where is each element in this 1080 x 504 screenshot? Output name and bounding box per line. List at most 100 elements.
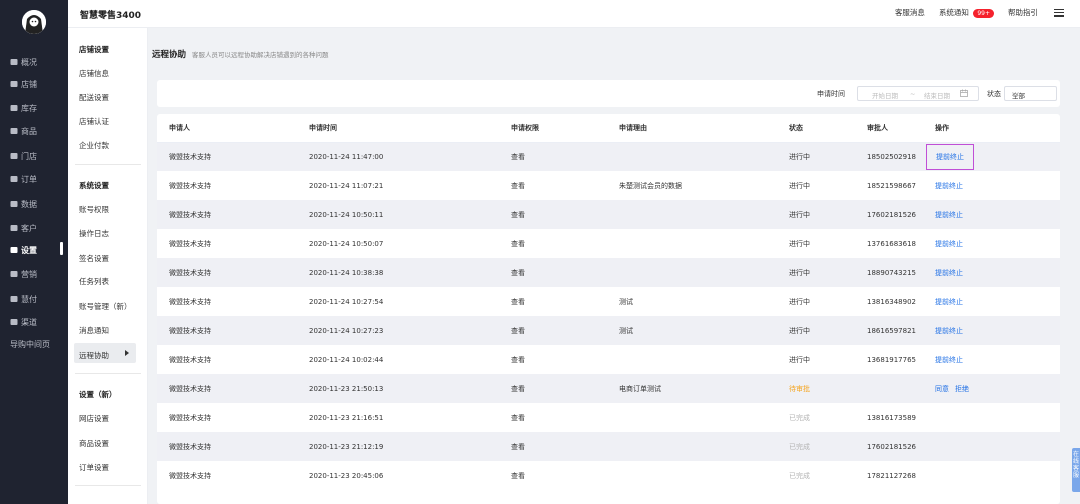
cell-approver: 18890743215 [855, 258, 923, 287]
cell-reason [607, 200, 777, 229]
inventory-icon [10, 104, 18, 112]
cell-applicant: 微盟技术支持 [157, 229, 297, 258]
system-notice-link[interactable]: 系统通知 99+ [939, 7, 994, 18]
table-row: 微盟技术支持 2020-11-24 11:47:00 查看 进行中 1850250291… [157, 142, 1060, 171]
cell-time: 2020-11-24 11:07:21 [297, 171, 499, 200]
table-row: 微盟技术支持 2020-11-24 10:27:23 查看 测试 进行中 18616597… [157, 316, 1060, 345]
avatar[interactable] [22, 10, 46, 34]
nav-item[interactable]: 渠道 [10, 315, 66, 329]
cell-status: 进行中 [777, 258, 855, 287]
nav-item-label: 数据 [21, 199, 37, 209]
nav-item-label: 营销 [21, 269, 37, 279]
subnav-item[interactable]: 商品设置 [79, 438, 109, 449]
cell-reason: 朱楚测试会员的数据 [607, 171, 777, 200]
requests-table: 申请人 申请时间 申请权限 申请理由 状态 审批人 操作 微盟技术支持 2020-11-24 … [157, 114, 1060, 504]
nav-item[interactable]: 设置 [10, 243, 66, 257]
data-icon [10, 200, 18, 208]
terminate-early-link[interactable]: 提前终止 [935, 182, 963, 190]
online-service-button[interactable]: 在线客服 [1072, 448, 1080, 492]
hamburger-menu-icon[interactable] [1054, 8, 1064, 17]
cell-actions: 提前终止 [923, 316, 1060, 345]
customer-msg-link[interactable]: 客服消息 [895, 7, 925, 18]
cell-approver: 13816348902 [855, 287, 923, 316]
nav-item[interactable]: 订单 [10, 172, 66, 186]
customer-icon [10, 224, 18, 232]
cell-reason: 测试 [607, 287, 777, 316]
order-icon [10, 175, 18, 183]
cell-status: 进行中 [777, 229, 855, 258]
store-icon [10, 80, 18, 88]
subnav-item[interactable]: 网店设置 [79, 413, 109, 424]
range-separator: ~ [910, 90, 916, 98]
cell-actions: 同意 拒绝 [923, 374, 1060, 403]
cell-perm: 查看 [499, 258, 607, 287]
nav-item-label: 商品 [21, 126, 37, 136]
nav-item-label: 概况 [21, 57, 37, 67]
subnav-group-heading: 店铺设置 [79, 45, 109, 54]
terminate-early-link[interactable]: 提前终止 [935, 356, 963, 364]
subnav-item[interactable]: 账号管理（新） [79, 301, 132, 312]
start-date-input[interactable]: 开始日期 [872, 90, 898, 100]
terminate-early-link[interactable]: 提前终止 [935, 211, 963, 219]
terminate-early-link[interactable]: 提前终止 [935, 298, 963, 306]
subnav-group-heading: 设置（新） [79, 390, 117, 399]
nav-item-label: 设置 [21, 245, 37, 255]
nav-item[interactable]: 店铺 [10, 77, 66, 91]
approve-link[interactable]: 同意 [935, 385, 949, 393]
reject-link[interactable]: 拒绝 [955, 385, 969, 393]
cell-status: 已完成 [777, 432, 855, 461]
cell-applicant: 微盟技术支持 [157, 374, 297, 403]
cell-actions: 提前终止 [923, 142, 1060, 171]
subnav-item[interactable]: 账号权限 [79, 204, 109, 215]
status-select[interactable]: 全部 [1004, 86, 1057, 101]
table-row: 微盟技术支持 2020-11-23 21:16:51 查看 已完成 1381617358… [157, 403, 1060, 432]
subnav-item[interactable]: 订单设置 [79, 462, 109, 473]
subnav-item[interactable]: 消息通知 [79, 325, 109, 336]
subnav-item[interactable]: 配送设置 [79, 92, 109, 103]
nav-item-guide-page[interactable]: 导购中间页 [10, 339, 66, 350]
subnav-item[interactable]: 操作日志 [79, 228, 109, 239]
table-row: 微盟技术支持 2020-11-24 10:50:07 查看 进行中 1376168361… [157, 229, 1060, 258]
table-row: 微盟技术支持 2020-11-23 21:50:13 查看 电商订单测试 待审批 同意 拒绝 [157, 374, 1060, 403]
cell-applicant: 微盟技术支持 [157, 287, 297, 316]
nav-item-label: 渠道 [21, 317, 37, 327]
subnav-group-heading: 系统设置 [79, 181, 109, 190]
nav-item[interactable]: 慧付 [10, 292, 66, 306]
subnav-item[interactable]: 店铺信息 [79, 68, 109, 79]
cell-time: 2020-11-23 20:45:06 [297, 461, 499, 490]
subnav-divider [75, 485, 141, 486]
nav-item[interactable]: 客户 [10, 221, 66, 235]
table-row: 微盟技术支持 2020-11-24 11:07:21 查看 朱楚测试会员的数据 进行中 1… [157, 171, 1060, 200]
cell-perm: 查看 [499, 461, 607, 490]
cell-time: 2020-11-24 10:50:07 [297, 229, 499, 258]
cell-approver: 17821127268 [855, 461, 923, 490]
cell-status: 进行中 [777, 316, 855, 345]
terminate-early-link[interactable]: 提前终止 [935, 327, 963, 335]
nav-item[interactable]: 商品 [10, 124, 66, 138]
subnav-item[interactable]: 店铺认证 [79, 116, 109, 127]
cell-actions: 提前终止 [923, 171, 1060, 200]
terminate-early-link[interactable]: 提前终止 [935, 269, 963, 277]
terminate-early-link[interactable]: 提前终止 [926, 143, 974, 170]
help-link[interactable]: 帮助指引 [1008, 7, 1038, 18]
cell-actions: 提前终止 [923, 200, 1060, 229]
subnav-item[interactable]: 远程协助 [79, 350, 109, 361]
cell-applicant: 微盟技术支持 [157, 258, 297, 287]
date-range-picker[interactable]: 开始日期 ~ 结束日期 [857, 86, 979, 101]
nav-item[interactable]: 营销 [10, 267, 66, 281]
subnav-item[interactable]: 签名设置 [79, 253, 109, 264]
nav-item[interactable]: 库存 [10, 101, 66, 115]
cell-reason [607, 403, 777, 432]
cell-applicant: 微盟技术支持 [157, 142, 297, 171]
end-date-input[interactable]: 结束日期 [924, 90, 950, 100]
column-header: 申请理由 [607, 114, 777, 143]
goods-icon [10, 127, 18, 135]
nav-item[interactable]: 数据 [10, 197, 66, 211]
nav-item[interactable]: 概况 [10, 55, 66, 69]
subnav-item[interactable]: 任务列表 [79, 276, 109, 287]
subnav-item[interactable]: 企业付款 [79, 140, 109, 151]
terminate-early-link[interactable]: 提前终止 [935, 240, 963, 248]
cell-applicant: 微盟技术支持 [157, 403, 297, 432]
nav-item[interactable]: 门店 [10, 149, 66, 163]
subnav-divider [75, 373, 141, 374]
